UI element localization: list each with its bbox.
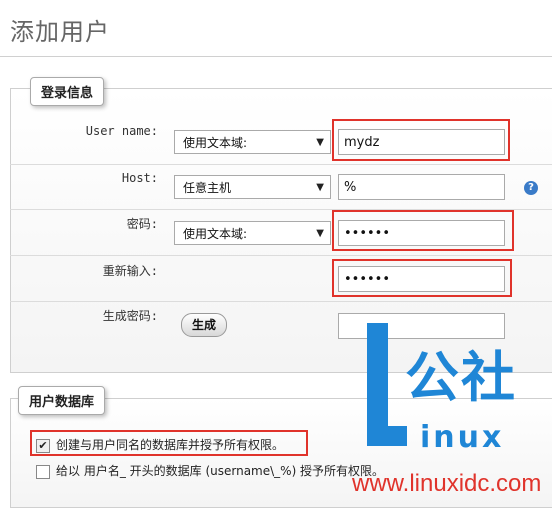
- user-name-type-value: 使用文本域:: [183, 136, 248, 150]
- question-icon[interactable]: ?: [524, 181, 538, 195]
- host-type-value: 任意主机: [183, 181, 232, 195]
- user-database-legend: 用户数据库: [18, 386, 106, 415]
- host-label: Host:: [121, 171, 158, 185]
- watermark-logo: [367, 426, 407, 446]
- title-divider: [0, 56, 552, 57]
- password-type-select[interactable]: 使用文本域: ▼: [174, 221, 331, 245]
- checkbox-unchecked[interactable]: [36, 464, 50, 479]
- password-type-value: 使用文本域:: [183, 227, 248, 241]
- row-divider: [10, 301, 552, 302]
- watermark-brand-sub: inux: [420, 420, 505, 455]
- host-input[interactable]: %: [338, 174, 505, 200]
- grant-wildcard-label: 给以 用户名_ 开头的数据库 (username\_%) 授予所有权限。: [56, 464, 385, 478]
- login-info-legend: 登录信息: [30, 77, 105, 106]
- watermark-brand: 公社: [405, 346, 517, 409]
- row-divider: [10, 164, 552, 165]
- watermark-url: www.linuxidc.com: [352, 470, 542, 497]
- grant-wildcard-option[interactable]: 给以 用户名_ 开头的数据库 (username\_%) 授予所有权限。: [36, 462, 384, 479]
- user-name-highlight: [332, 119, 510, 161]
- create-db-highlight: [30, 430, 308, 456]
- row-divider: [10, 255, 552, 256]
- user-name-type-select[interactable]: 使用文本域: ▼: [174, 130, 331, 154]
- retype-label: 重新输入:: [102, 264, 158, 278]
- dropdown-arrow-icon: ▼: [316, 228, 324, 239]
- retype-highlight: [332, 259, 512, 297]
- user-name-label: User name:: [85, 124, 158, 138]
- generate-button[interactable]: 生成: [181, 313, 228, 337]
- password-label: 密码:: [126, 217, 158, 231]
- generate-password-label: 生成密码:: [102, 309, 158, 323]
- page-title: 添加用户: [10, 18, 110, 46]
- dropdown-arrow-icon: ▼: [316, 137, 324, 148]
- dropdown-arrow-icon: ▼: [316, 182, 324, 193]
- host-type-select[interactable]: 任意主机 ▼: [174, 175, 331, 199]
- password-highlight: [332, 210, 514, 251]
